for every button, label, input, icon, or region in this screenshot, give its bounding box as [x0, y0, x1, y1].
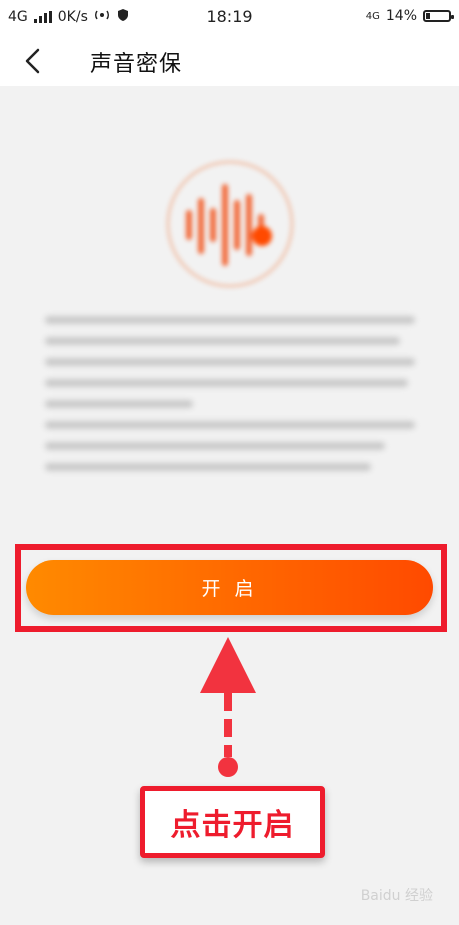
annotation-text: 点击开启 — [170, 808, 295, 843]
main-content: 开 启 点击开启 Baidu 经验 — [0, 86, 459, 925]
annotation-label: 点击开启 — [140, 786, 325, 858]
chevron-left-icon — [25, 48, 40, 74]
arrow-up-icon — [196, 631, 260, 781]
network-type-right: 4G — [365, 10, 380, 22]
back-button[interactable] — [18, 46, 48, 76]
description-blurred — [45, 316, 415, 484]
battery-percent: 14% — [385, 8, 417, 24]
status-right: 4G 14% — [365, 8, 454, 24]
page-title: 声音密保 — [90, 52, 183, 77]
battery-icon — [423, 10, 454, 22]
voice-logo-icon — [164, 158, 296, 290]
highlight-box — [15, 544, 447, 632]
nav-bar: 声音密保 — [0, 34, 459, 86]
watermark: Baidu 经验 — [360, 888, 433, 904]
status-bar: 4G 0K/s 18:19 4G 14% — [0, 0, 459, 34]
